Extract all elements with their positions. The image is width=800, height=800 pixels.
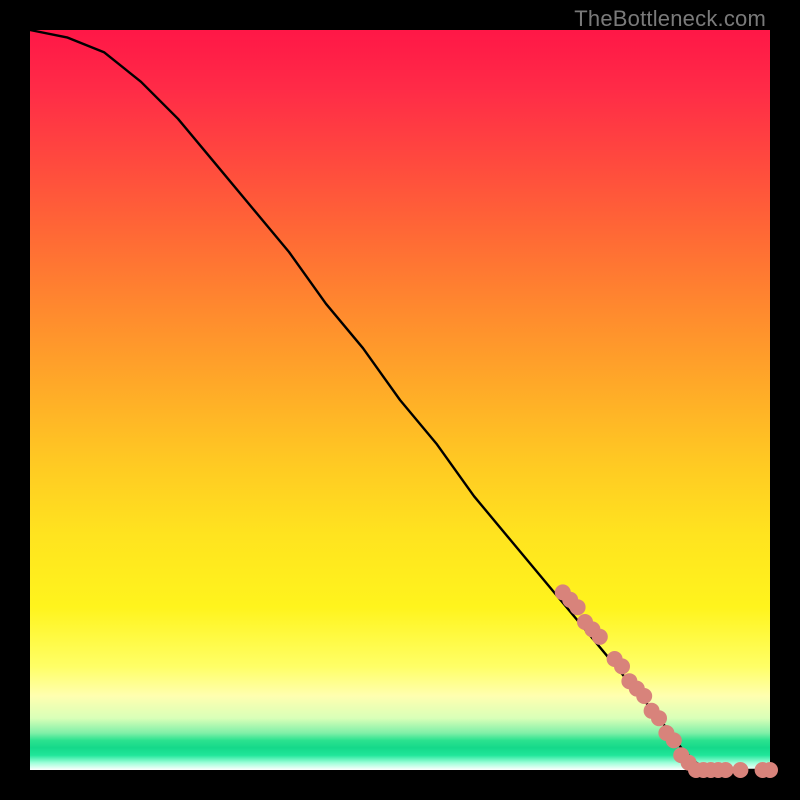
highlight-point [570,599,586,615]
highlight-point [666,732,682,748]
highlight-point [762,762,778,778]
highlight-point [614,658,630,674]
highlight-point [651,710,667,726]
highlight-point [718,762,734,778]
highlight-point [636,688,652,704]
highlight-points [555,584,778,778]
watermark-text: TheBottleneck.com [574,6,766,32]
chart-svg [30,30,770,770]
chart-frame: TheBottleneck.com [0,0,800,800]
highlight-point [592,629,608,645]
highlight-point [732,762,748,778]
bottleneck-curve [30,30,770,770]
plot-area [30,30,770,770]
